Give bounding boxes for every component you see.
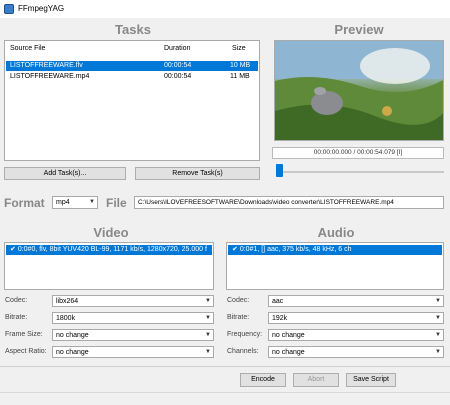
audio-bitrate-value: 192k bbox=[272, 315, 288, 322]
row-duration: 00:00:54 bbox=[164, 73, 192, 80]
video-stream-text: 0:0#0, flv, 8bit YUV420 BL-99, 1171 kb/s… bbox=[17, 246, 207, 253]
preview-scene bbox=[275, 41, 443, 140]
frame-size-label: Frame Size: bbox=[5, 331, 43, 338]
aspect-ratio-select[interactable]: no change ▼ bbox=[52, 346, 214, 358]
table-row[interactable]: LISTOFFREEWARE.flv 00:00:54 10 MB bbox=[6, 61, 258, 71]
aspect-ratio-label: Aspect Ratio: bbox=[5, 348, 47, 355]
preview-slider-thumb[interactable] bbox=[276, 164, 284, 177]
chevron-down-icon: ▼ bbox=[435, 315, 441, 321]
status-bar bbox=[0, 392, 450, 405]
video-streams-list[interactable]: ✔ 0:0#0, flv, 8bit YUV420 BL-99, 1171 kb… bbox=[4, 242, 214, 290]
video-heading: Video bbox=[93, 225, 129, 240]
encode-button[interactable]: Encode bbox=[240, 373, 286, 387]
frequency-select[interactable]: no change ▼ bbox=[268, 329, 444, 341]
format-value: mp4 bbox=[56, 199, 70, 206]
channels-select[interactable]: no change ▼ bbox=[268, 346, 444, 358]
row-duration: 00:00:54 bbox=[164, 62, 192, 69]
frame-size-select[interactable]: no change ▼ bbox=[52, 329, 214, 341]
audio-codec-value: aac bbox=[272, 298, 284, 305]
aspect-ratio-value: no change bbox=[56, 349, 89, 356]
checkbox-icon[interactable]: ✔ bbox=[232, 246, 238, 253]
audio-codec-label: Codec: bbox=[227, 297, 250, 304]
chevron-down-icon: ▼ bbox=[89, 199, 95, 205]
chevron-down-icon: ▼ bbox=[205, 298, 211, 304]
table-row[interactable]: LISTOFFREEWARE.mp4 00:00:54 11 MB bbox=[6, 72, 258, 82]
tasks-heading: Tasks bbox=[115, 22, 151, 37]
chevron-down-icon: ▼ bbox=[435, 349, 441, 355]
format-select[interactable]: mp4 ▼ bbox=[52, 196, 98, 209]
chevron-down-icon: ▼ bbox=[435, 298, 441, 304]
window-title: FFmpegYAG bbox=[18, 4, 65, 13]
column-duration: Duration bbox=[164, 45, 191, 52]
app-icon bbox=[4, 4, 14, 14]
row-size: 10 MB bbox=[230, 62, 251, 69]
video-codec-select[interactable]: libx264 ▼ bbox=[52, 295, 214, 307]
file-label: File bbox=[106, 196, 127, 210]
video-bitrate-select[interactable]: 1800k ▼ bbox=[52, 312, 214, 324]
audio-bitrate-select[interactable]: 192k ▼ bbox=[268, 312, 444, 324]
tasks-list[interactable]: Source File Duration Size LISTOFFREEWARE… bbox=[4, 40, 260, 161]
preview-heading: Preview bbox=[334, 22, 384, 37]
video-bitrate-value: 1800k bbox=[56, 315, 76, 322]
column-source-file: Source File bbox=[10, 45, 46, 52]
frame-size-value: no change bbox=[56, 332, 89, 339]
video-stream-row[interactable]: ✔ 0:0#0, flv, 8bit YUV420 BL-99, 1171 kb… bbox=[6, 245, 212, 255]
audio-streams-list[interactable]: ✔ 0:0#1, [] aac, 375 kb/s, 48 kHz, 6 ch bbox=[226, 242, 444, 290]
chevron-down-icon: ▼ bbox=[205, 315, 211, 321]
row-file: LISTOFFREEWARE.flv bbox=[10, 62, 83, 69]
format-label: Format bbox=[4, 196, 45, 210]
title-bar: FFmpegYAG bbox=[0, 0, 450, 18]
frequency-label: Frequency: bbox=[227, 331, 263, 338]
column-size: Size bbox=[232, 45, 246, 52]
video-codec-label: Codec: bbox=[5, 297, 28, 304]
checkbox-icon[interactable]: ✔ bbox=[10, 246, 16, 253]
video-bitrate-label: Bitrate: bbox=[5, 314, 28, 321]
remove-task-button[interactable]: Remove Task(s) bbox=[135, 167, 260, 180]
video-codec-value: libx264 bbox=[56, 298, 79, 305]
channels-label: Channels: bbox=[227, 348, 259, 355]
divider bbox=[0, 366, 450, 367]
preview-time: 00:00:00.000 / 00:00:54.079 [I] bbox=[272, 147, 444, 159]
save-script-button[interactable]: Save Script bbox=[346, 373, 396, 387]
audio-bitrate-label: Bitrate: bbox=[227, 314, 250, 321]
row-size: 11 MB bbox=[230, 73, 250, 80]
audio-stream-row[interactable]: ✔ 0:0#1, [] aac, 375 kb/s, 48 kHz, 6 ch bbox=[228, 245, 442, 255]
file-path-input[interactable]: C:\Users\ILOVEFREESOFTWARE\Downloads\vid… bbox=[134, 196, 444, 209]
audio-heading: Audio bbox=[317, 225, 355, 240]
chevron-down-icon: ▼ bbox=[435, 332, 441, 338]
chevron-down-icon: ▼ bbox=[205, 332, 211, 338]
audio-stream-text: 0:0#1, [] aac, 375 kb/s, 48 kHz, 6 ch bbox=[239, 246, 352, 253]
preview-slider-track[interactable] bbox=[276, 171, 444, 173]
add-task-button[interactable]: Add Task(s)... bbox=[4, 167, 126, 180]
tasks-header-row: Source File Duration Size bbox=[6, 44, 258, 54]
frequency-value: no change bbox=[272, 332, 305, 339]
row-file: LISTOFFREEWARE.mp4 bbox=[10, 73, 90, 80]
chevron-down-icon: ▼ bbox=[205, 349, 211, 355]
channels-value: no change bbox=[272, 349, 305, 356]
preview-image bbox=[274, 40, 444, 141]
audio-codec-select[interactable]: aac ▼ bbox=[268, 295, 444, 307]
abort-button[interactable]: Abort bbox=[293, 373, 339, 387]
